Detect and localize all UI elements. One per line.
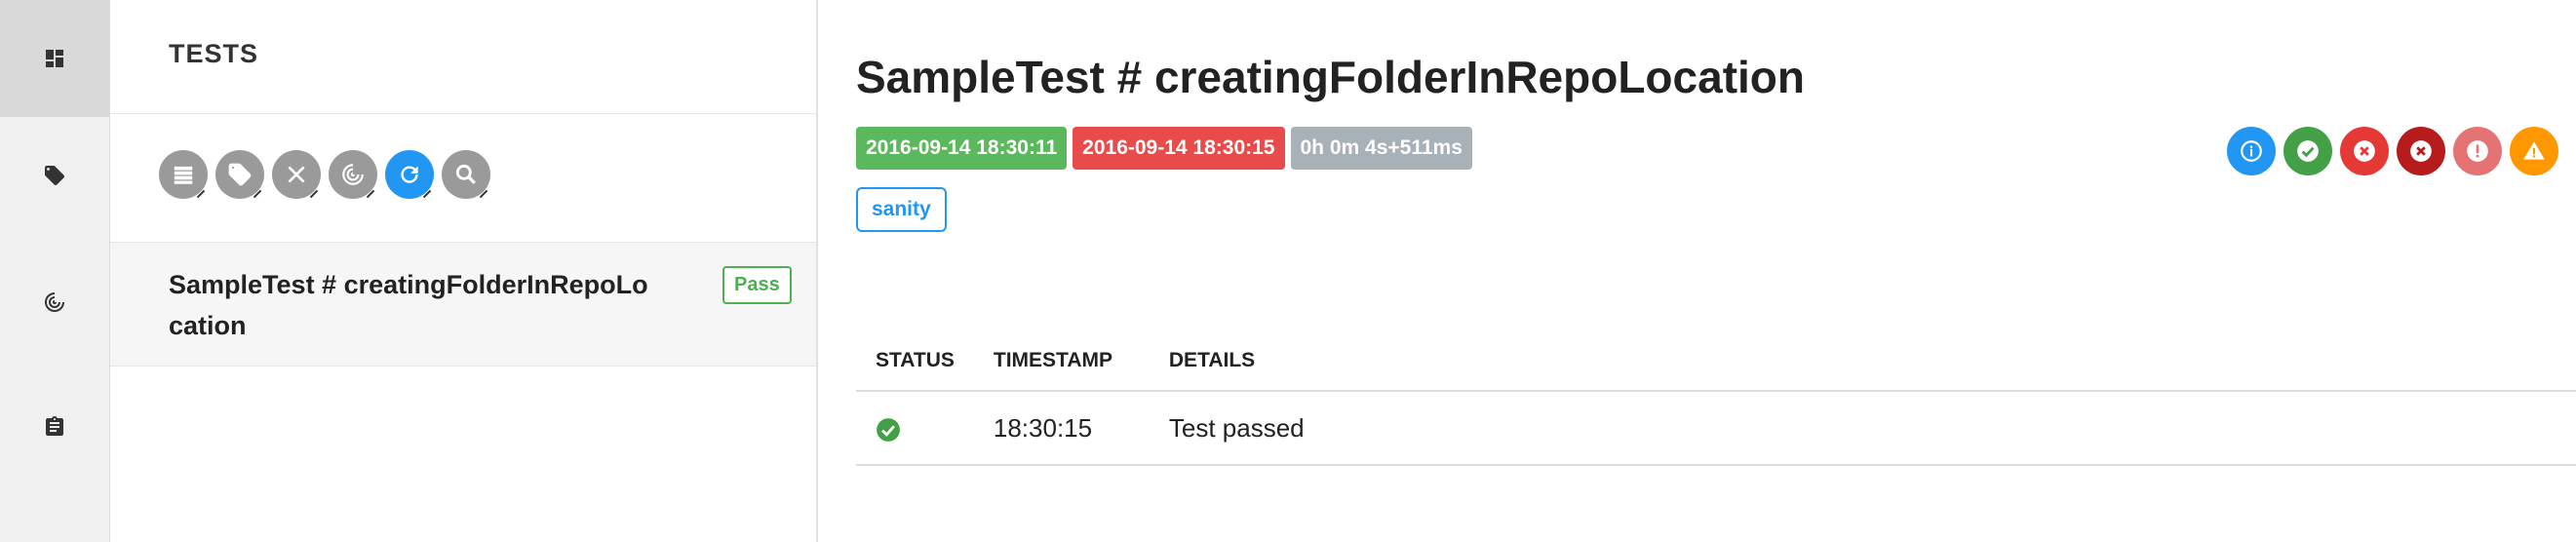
error-icon (2467, 140, 2488, 162)
filter-clear-button[interactable] (272, 150, 321, 199)
sidebar-item-clipboard[interactable] (0, 368, 109, 485)
sidebar-nav (0, 0, 110, 542)
refresh-icon (401, 166, 418, 183)
category-tag[interactable]: sanity (856, 187, 947, 232)
pass-filter-button[interactable] (2283, 127, 2332, 175)
status-column-header: STATUS (856, 331, 974, 392)
list-icon (174, 166, 193, 184)
details-column-header: DETAILS (1149, 331, 2576, 392)
search-icon (455, 164, 476, 184)
sidebar-item-tags[interactable] (0, 117, 109, 234)
fatal-icon (2410, 140, 2432, 162)
fail-icon (2354, 140, 2375, 162)
filter-all-button[interactable] (159, 150, 208, 199)
log-status-filters (2227, 127, 2558, 175)
test-filter-toolbar (159, 150, 490, 199)
sidebar-item-radar[interactable] (0, 244, 109, 361)
info-filter-button[interactable] (2227, 127, 2276, 175)
warning-icon (2523, 141, 2545, 160)
test-detail: SampleTest # creatingFolderInRepoLocatio… (817, 0, 2576, 542)
table-row: 18:30:15 Test passed (856, 391, 2576, 466)
filter-search-button[interactable] (442, 150, 490, 199)
page-title: SampleTest # creatingFolderInRepoLocatio… (856, 52, 1805, 102)
log-timestamp-cell: 18:30:15 (973, 391, 1150, 466)
clipboard-icon (46, 416, 63, 436)
dashboard-icon (46, 50, 63, 67)
log-status-cell (856, 391, 974, 466)
radar-icon (45, 292, 64, 312)
fatal-filter-button[interactable] (2397, 127, 2445, 175)
log-table-header: STATUS TIMESTAMP DETAILS (856, 331, 2576, 392)
fail-filter-button[interactable] (2340, 127, 2389, 175)
warning-filter-button[interactable] (2510, 127, 2558, 175)
sidebar-item-dashboard[interactable] (0, 0, 109, 117)
tests-panel: TESTS SampleTest # creatingFolderInRepoL… (110, 0, 818, 542)
check-circle-icon (877, 417, 900, 442)
log-details-cell: Test passed (1149, 391, 2576, 466)
tests-panel-header: TESTS (110, 0, 816, 114)
end-time-badge: 2016-09-14 18:30:15 (1073, 127, 1285, 170)
start-time-badge: 2016-09-14 18:30:11 (856, 127, 1068, 170)
check-icon (2297, 140, 2319, 162)
filter-category-button[interactable] (215, 150, 264, 199)
duration-badge: 0h 0m 4s+511ms (1290, 127, 1472, 170)
tests-panel-title: TESTS (169, 39, 259, 68)
timestamp-column-header: TIMESTAMP (973, 331, 1150, 392)
close-icon (288, 166, 305, 183)
tag-icon (45, 166, 64, 185)
log-table: STATUS TIMESTAMP DETAILS 18:30:15 Test p… (856, 331, 2576, 466)
test-list-item[interactable]: SampleTest # creatingFolderInRepoLocatio… (110, 242, 816, 367)
tag-icon (228, 163, 252, 186)
radar-icon (342, 164, 364, 185)
info-icon (2241, 140, 2262, 162)
filter-refresh-button[interactable] (385, 150, 434, 199)
filter-status-button[interactable] (329, 150, 377, 199)
test-status-badge: Pass (722, 266, 792, 304)
test-list-item-name: SampleTest # creatingFolderInRepoLocatio… (169, 270, 648, 340)
error-filter-button[interactable] (2453, 127, 2502, 175)
test-time-info: 2016-09-14 18:30:11 2016-09-14 18:30:15 … (856, 127, 1472, 170)
